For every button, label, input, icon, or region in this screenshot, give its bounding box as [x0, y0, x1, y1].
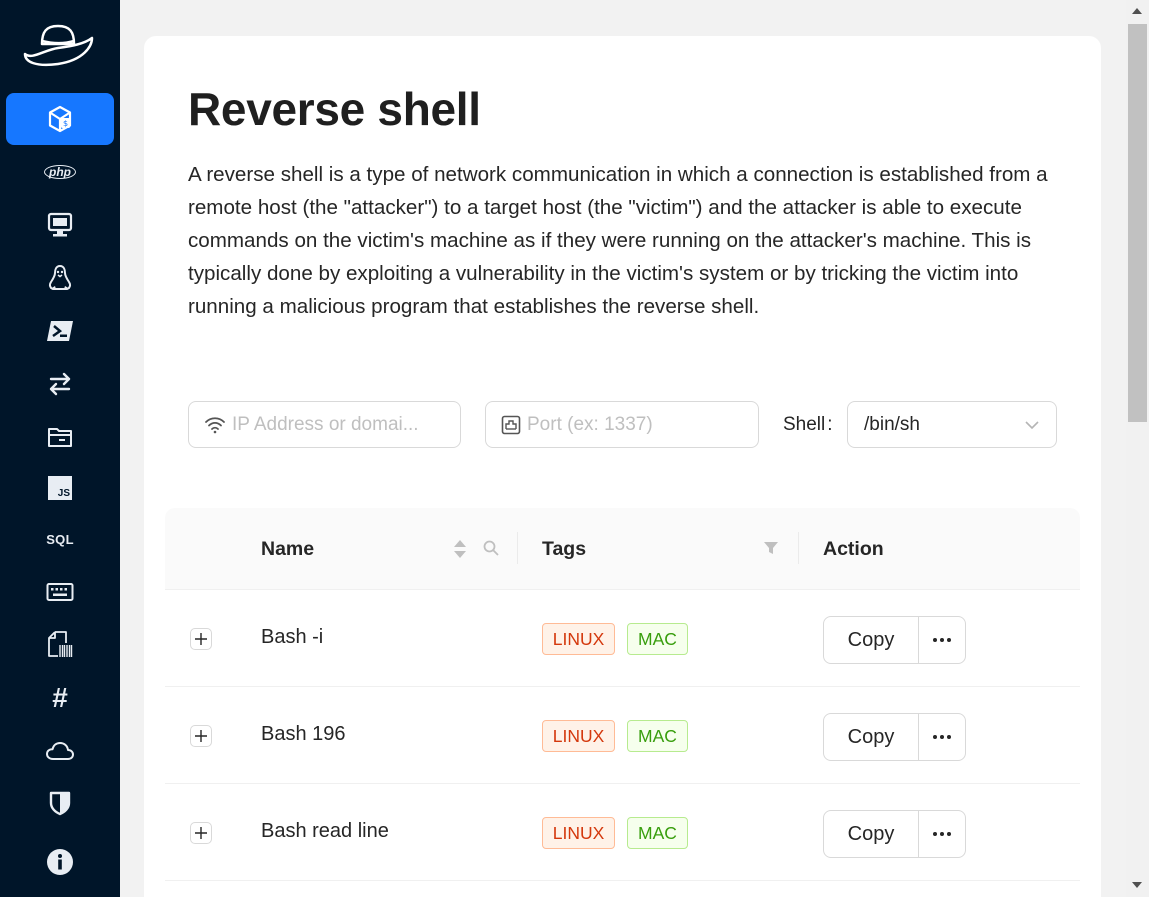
sidebar-item-about[interactable] — [6, 836, 114, 888]
folder-icon — [48, 428, 72, 447]
sort-icon[interactable] — [453, 538, 467, 560]
search-icon[interactable] — [483, 540, 499, 556]
ellipsis-icon — [933, 832, 951, 836]
ethernet-port-icon — [501, 415, 521, 434]
js-icon: JS — [48, 476, 72, 500]
row-name: Bash 196 — [261, 723, 346, 745]
column-header-action: Action — [823, 538, 884, 560]
sidebar-item-cloud[interactable] — [6, 725, 114, 777]
filter-icon[interactable] — [763, 540, 779, 556]
transfer-arrows-icon — [49, 372, 71, 396]
sidebar-item-msfvenom[interactable] — [6, 199, 114, 251]
table-row: Bash read line LINUX MAC Copy — [165, 784, 1080, 881]
expand-row-button[interactable] — [190, 725, 212, 747]
file-barcode-icon — [48, 631, 73, 657]
sidebar-item-powershell[interactable] — [6, 305, 114, 357]
hat-logo-icon[interactable] — [22, 20, 98, 70]
shell-select[interactable]: /bin/sh — [847, 401, 1057, 448]
monitor-icon — [47, 212, 73, 237]
row-name: Bash read line — [261, 820, 389, 842]
wifi-icon — [205, 416, 225, 433]
linux-penguin-icon — [48, 264, 72, 290]
copy-button[interactable]: Copy — [823, 810, 919, 858]
info-icon — [47, 849, 73, 875]
expand-row-button[interactable] — [190, 822, 212, 844]
sidebar: $ php JS SQL # — [0, 0, 120, 897]
shield-icon — [49, 791, 71, 816]
copy-button[interactable]: Copy — [823, 616, 919, 664]
hash-icon: # — [52, 682, 68, 713]
sidebar-item-linux[interactable] — [6, 252, 114, 304]
table-row: Bash 196 LINUX MAC Copy — [165, 687, 1080, 784]
tag-mac: MAC — [627, 623, 688, 655]
powershell-icon — [47, 321, 73, 341]
sidebar-item-sql[interactable]: SQL — [6, 513, 114, 565]
more-options-button[interactable] — [918, 616, 966, 664]
sidebar-item-php[interactable]: php — [6, 146, 114, 198]
more-options-button[interactable] — [918, 810, 966, 858]
tag-linux: LINUX — [542, 623, 615, 655]
ellipsis-icon — [933, 735, 951, 739]
sidebar-item-security[interactable] — [6, 777, 114, 829]
row-name: Bash -i — [261, 626, 324, 648]
port-placeholder: Port (ex: 1337) — [527, 413, 653, 435]
sidebar-item-file-barcode[interactable] — [6, 619, 114, 671]
tag-linux: LINUX — [542, 720, 615, 752]
sql-icon: SQL — [46, 531, 74, 547]
keyboard-icon — [46, 583, 74, 601]
column-separator — [517, 532, 518, 564]
table-header: Name Tags Action — [165, 508, 1080, 590]
shell-label: Shell: — [783, 414, 833, 436]
sidebar-item-hash[interactable]: # — [6, 672, 114, 724]
tag-mac: MAC — [627, 817, 688, 849]
plus-icon — [195, 730, 207, 742]
svg-text:$: $ — [63, 119, 68, 128]
ip-address-placeholder: IP Address or domai... — [232, 413, 419, 435]
more-options-button[interactable] — [918, 713, 966, 761]
sidebar-item-keyboard[interactable] — [6, 566, 114, 618]
plus-icon — [195, 633, 207, 645]
php-icon: php — [44, 165, 76, 179]
column-separator — [798, 532, 799, 564]
shell-select-value: /bin/sh — [864, 413, 920, 435]
port-input[interactable]: Port (ex: 1337) — [485, 401, 759, 448]
sidebar-item-javascript[interactable]: JS — [6, 462, 114, 514]
cloud-icon — [46, 742, 74, 760]
column-header-name[interactable]: Name — [261, 538, 314, 561]
page-title: Reverse shell — [188, 83, 481, 135]
ellipsis-icon — [933, 638, 951, 642]
expand-row-button[interactable] — [190, 628, 212, 650]
vertical-scrollbar[interactable] — [1126, 0, 1149, 897]
page-description: A reverse shell is a type of network com… — [188, 163, 1048, 318]
scroll-down-arrow-icon[interactable] — [1132, 882, 1142, 888]
table-row: Bash -i LINUX MAC Copy — [165, 590, 1080, 687]
chevron-down-icon — [1025, 421, 1039, 430]
copy-button[interactable]: Copy — [823, 713, 919, 761]
ip-address-input[interactable]: IP Address or domai... — [188, 401, 461, 448]
shell-label-text: Shell — [783, 414, 826, 435]
main-content: Reverse shell A reverse shell is a type … — [120, 0, 1126, 897]
scroll-up-arrow-icon[interactable] — [1132, 8, 1142, 14]
shell-box-icon: $ — [48, 105, 72, 133]
scrollbar-thumb[interactable] — [1128, 24, 1147, 422]
tag-mac: MAC — [627, 720, 688, 752]
sidebar-item-transfer[interactable] — [6, 358, 114, 410]
content-card: Reverse shell A reverse shell is a type … — [144, 36, 1101, 897]
payload-table: Name Tags Action Bash -i LINUX MAC Copy … — [165, 508, 1080, 881]
sidebar-item-file-browser[interactable] — [6, 411, 114, 463]
plus-icon — [195, 827, 207, 839]
shell-label-colon: : — [827, 414, 833, 435]
sidebar-item-reverse-shell[interactable]: $ — [6, 93, 114, 145]
column-header-tags: Tags — [542, 538, 587, 560]
tag-linux: LINUX — [542, 817, 615, 849]
